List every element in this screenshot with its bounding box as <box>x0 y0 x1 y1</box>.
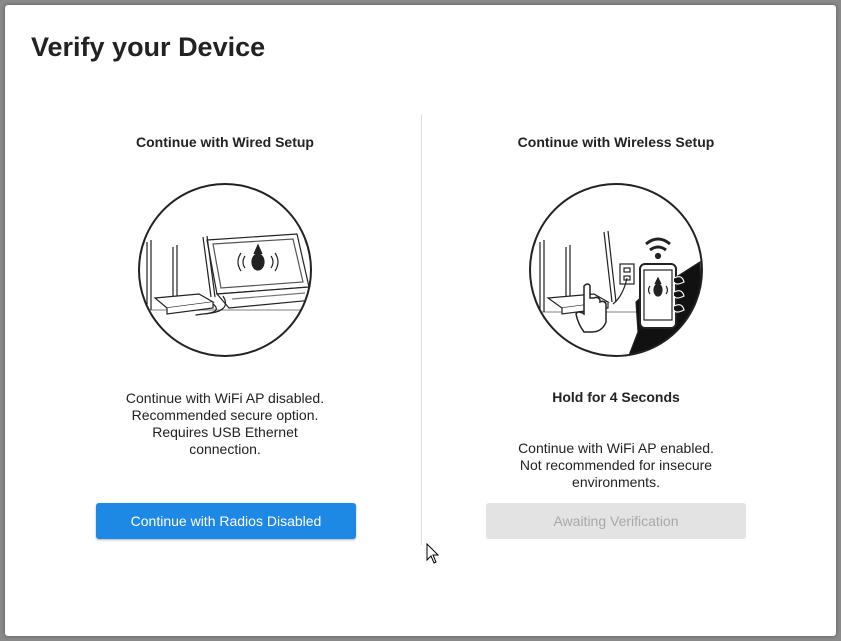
continue-radios-disabled-button[interactable]: Continue with Radios Disabled <box>96 503 356 539</box>
wired-setup-column: Continue with Wired Setup Continue with … <box>20 5 430 636</box>
wired-setup-description: Continue with WiFi AP disabled. Recommen… <box>20 390 430 458</box>
wireless-setup-column: Continue with Wireless Setup Hold for 4 … <box>411 5 821 636</box>
description-line: environments. <box>572 474 660 490</box>
description-line: Continue with WiFi AP enabled. <box>518 440 714 456</box>
wired-setup-heading: Continue with Wired Setup <box>136 134 314 150</box>
description-line: connection. <box>189 441 261 457</box>
wireless-setup-heading: Continue with Wireless Setup <box>517 134 715 150</box>
verify-device-dialog: Verify your Device Continue with Wired S… <box>5 5 836 636</box>
hold-duration-label: Hold for 4 Seconds <box>552 389 680 405</box>
description-line: Recommended secure option. <box>131 407 319 423</box>
description-line: Continue with WiFi AP disabled. <box>125 390 325 406</box>
phone-wifi-illustration <box>529 183 703 357</box>
description-line: Not recommended for insecure <box>519 457 713 473</box>
wireless-setup-description: Continue with WiFi AP enabled. Not recom… <box>411 440 821 491</box>
mouse-cursor-icon <box>426 543 440 564</box>
description-line: Requires USB Ethernet <box>152 424 298 440</box>
laptop-router-illustration <box>138 183 312 357</box>
awaiting-verification-button[interactable]: Awaiting Verification <box>486 503 746 539</box>
